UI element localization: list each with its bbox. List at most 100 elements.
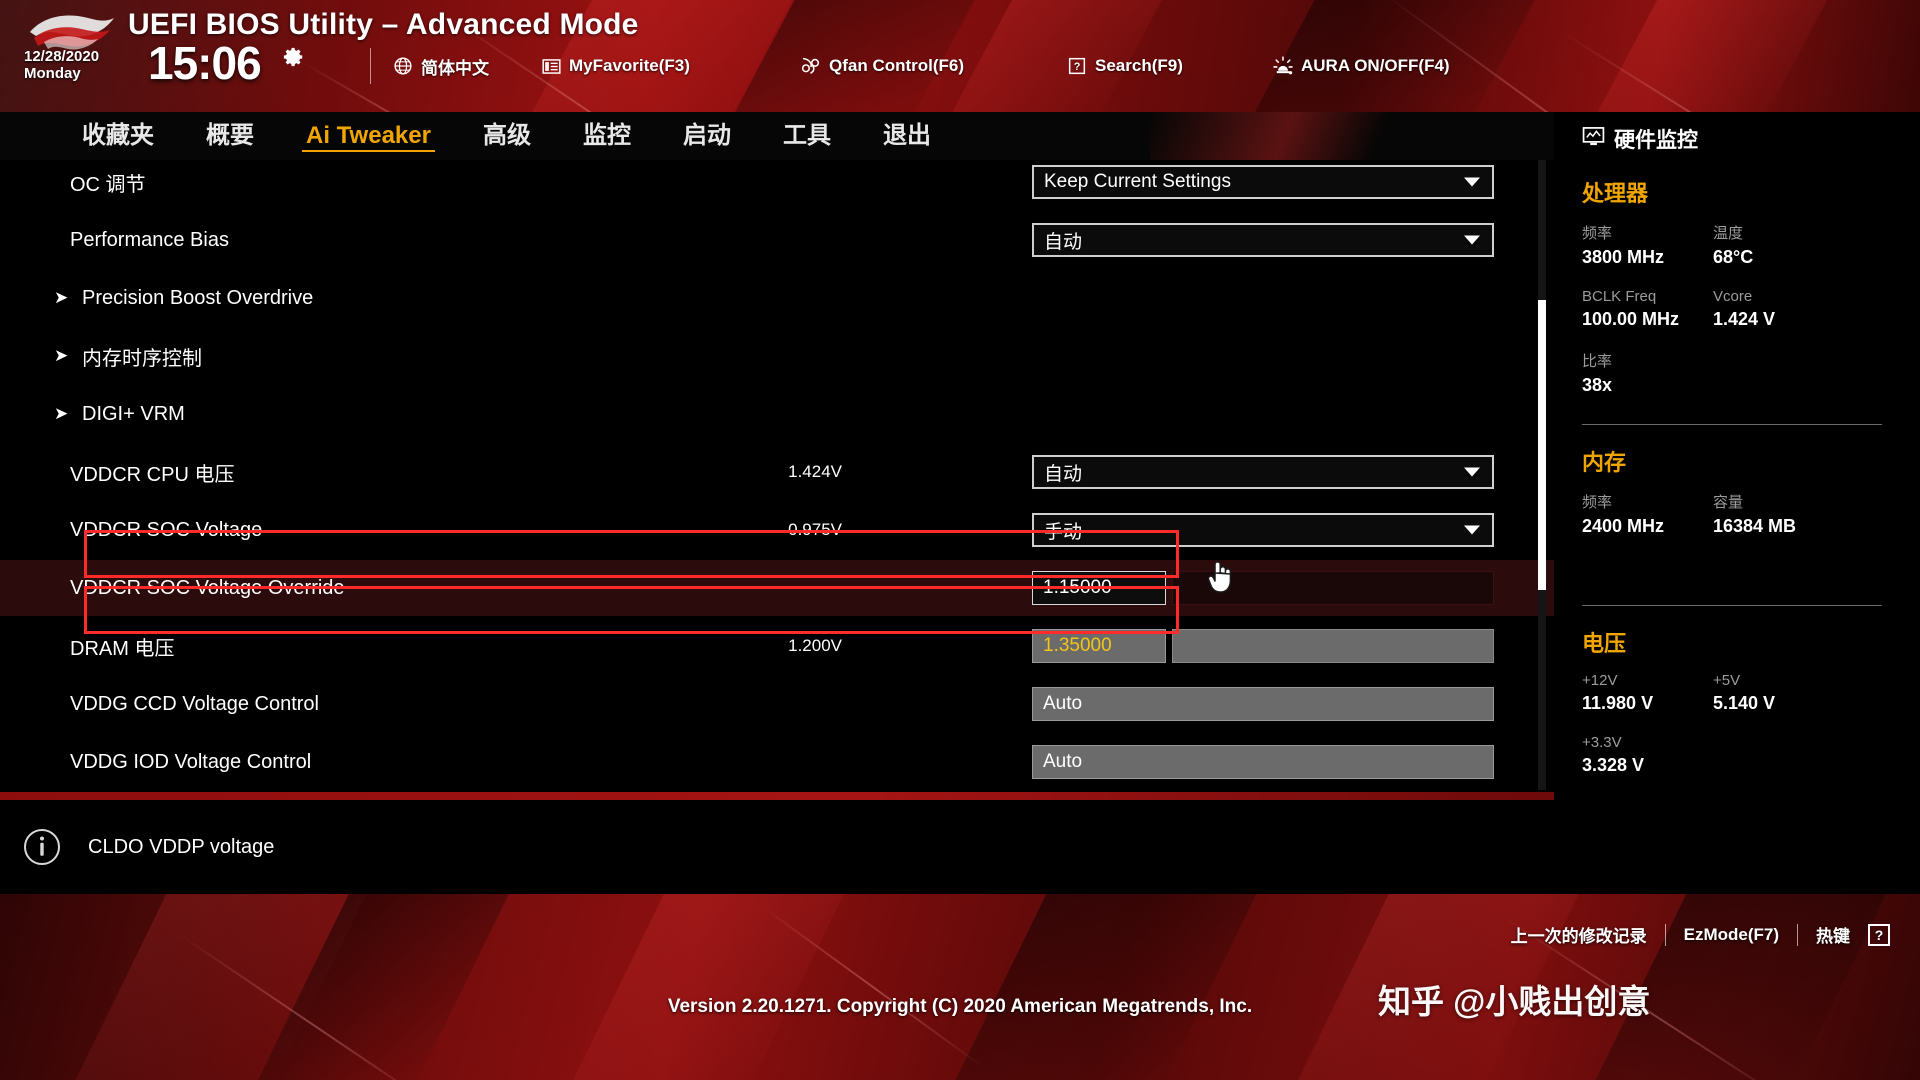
current-value: 0.975V (788, 520, 842, 539)
current-value: 1.200V (788, 636, 842, 655)
setting-row-oc-tuner[interactable]: OC 调节 Keep Current Settings (0, 154, 1554, 210)
tab-tool[interactable]: 工具 (757, 112, 857, 160)
vddg-iod-voltage-input[interactable]: Auto (1032, 745, 1494, 779)
select-value: 自动 (1044, 231, 1083, 253)
stat-5v: +5V 5.140 V (1713, 672, 1844, 714)
tab-boot[interactable]: 启动 (657, 112, 757, 160)
stat-label: 容量 (1713, 494, 1744, 511)
hardware-monitor-panel: 硬件监控 处理器 频率 3800 MHz 温度 68°C BCLK Freq 1… (1554, 112, 1920, 986)
setting-row-vddcr-soc-voltage-override[interactable]: VDDCR SOC Voltage Override 1.15000 (0, 560, 1554, 616)
stat-bclk-freq: BCLK Freq 100.00 MHz (1582, 288, 1713, 330)
sidebar-divider-2 (1582, 605, 1882, 606)
performance-bias-select[interactable]: 自动 (1032, 223, 1494, 257)
tab-exit[interactable]: 退出 (857, 112, 957, 160)
svg-text:?: ? (1074, 61, 1081, 73)
setting-row-vddcr-soc-voltage[interactable]: VDDCR SOC Voltage 0.975V 手动 (0, 502, 1554, 558)
header-bar: UEFI BIOS Utility – Advanced Mode 12/28/… (0, 0, 1920, 112)
header-item-language[interactable]: 简体中文 (392, 52, 489, 80)
gear-icon[interactable] (283, 46, 305, 68)
header-item-myfavorite[interactable]: MyFavorite(F3) (540, 52, 690, 80)
setting-row-dram-voltage[interactable]: DRAM 电压 1.200V 1.35000 (0, 618, 1554, 674)
chevron-down-icon (1464, 525, 1480, 535)
header-item-label: Qfan Control(F6) (829, 56, 965, 75)
tab-advanced[interactable]: 高级 (457, 112, 557, 160)
vddg-ccd-voltage-input[interactable]: Auto (1032, 687, 1494, 721)
stat-value: 11.980 V (1582, 693, 1654, 713)
tab-ai-tweaker[interactable]: Ai Tweaker (280, 112, 457, 160)
vddcr-soc-voltage-select[interactable]: 手动 (1032, 513, 1494, 547)
question-box-icon[interactable]: ? (1868, 923, 1890, 946)
footer-link-ezmode[interactable]: EzMode(F7) (1684, 925, 1779, 945)
setting-row-vddcr-cpu-voltage[interactable]: VDDCR CPU 电压 1.424V 自动 (0, 444, 1554, 500)
watermark: 知乎 @小贱出创意 (1378, 983, 1651, 1020)
setting-label: DIGI+ VRM (82, 402, 185, 425)
input-value: 1.35000 (1043, 635, 1112, 656)
header-item-label: MyFavorite(F3) (569, 56, 690, 75)
vddcr-cpu-voltage-select[interactable]: 自动 (1032, 455, 1494, 489)
stat-label: 频率 (1582, 225, 1613, 242)
setting-row-precision-boost-overdrive[interactable]: ➤ Precision Boost Overdrive (0, 270, 1554, 326)
sidebar-cpu-row-1: 频率 3800 MHz 温度 68°C (1582, 222, 1920, 288)
footer-link-last-modified[interactable]: 上一次的修改记录 (1511, 922, 1647, 947)
stat-vcore: Vcore 1.424 V (1713, 288, 1844, 330)
header-item-qfan-control[interactable]: Qfan Control(F6) (800, 52, 964, 80)
sidebar-memory-row-1: 频率 2400 MHz 容量 16384 MB (1582, 491, 1920, 557)
setting-row-vddg-ccd-voltage-control[interactable]: VDDG CCD Voltage Control Auto (0, 676, 1554, 732)
vddcr-soc-voltage-override-input[interactable]: 1.15000 (1032, 571, 1166, 605)
input-value: 1.15000 (1043, 577, 1112, 598)
dram-voltage-input[interactable]: 1.35000 (1032, 629, 1166, 663)
globe-icon (392, 55, 414, 77)
sidebar-voltage-row-1: +12V 11.980 V +5V 5.140 V (1582, 672, 1920, 734)
stat-3-3v: +3.3V 3.328 V (1582, 734, 1713, 776)
stat-label: Vcore (1713, 288, 1753, 305)
monitor-icon (1582, 126, 1605, 152)
setting-row-digi-vrm[interactable]: ➤ DIGI+ VRM (0, 386, 1554, 442)
select-value: 手动 (1044, 521, 1083, 543)
date-value: 12/28/2020 (24, 48, 100, 65)
header-item-search[interactable]: ? Search(F9) (1066, 52, 1183, 80)
stat-value: 3.328 V (1582, 755, 1645, 775)
header-item-label: Search(F9) (1095, 56, 1183, 75)
question-box-icon: ? (1066, 55, 1088, 77)
chevron-down-icon (1464, 177, 1480, 187)
input-value: Auto (1043, 693, 1083, 714)
stat-value: 68°C (1713, 247, 1754, 267)
tab-main[interactable]: 概要 (180, 112, 280, 160)
sidebar-divider-1 (1582, 424, 1882, 425)
chevron-down-icon (1464, 235, 1480, 245)
sidebar-section-memory-title: 内存 (1582, 450, 1627, 475)
setting-label: VDDCR SOC Voltage Override (70, 576, 345, 599)
tab-monitor[interactable]: 监控 (557, 112, 657, 160)
hardware-monitor-header: 硬件监控 (1582, 124, 1920, 154)
select-value: 自动 (1044, 463, 1083, 485)
setting-row-dram-timing-control[interactable]: ➤ 内存时序控制 (0, 328, 1554, 384)
setting-label: OC 调节 (70, 173, 146, 196)
stat-value: 16384 MB (1713, 516, 1797, 536)
stat-label: BCLK Freq (1582, 288, 1657, 305)
stat-label: 温度 (1713, 225, 1744, 242)
chevron-right-icon: ➤ (54, 288, 69, 307)
stat-12v: +12V 11.980 V (1582, 672, 1713, 714)
footer-divider-2 (1797, 923, 1798, 946)
fan-icon (800, 55, 822, 77)
stat-value: 1.424 V (1713, 309, 1776, 329)
chevron-right-icon: ➤ (54, 404, 69, 423)
tab-favorites[interactable]: 收藏夹 (56, 112, 180, 160)
setting-label: 内存时序控制 (82, 347, 202, 370)
setting-row-vddg-iod-voltage-control[interactable]: VDDG IOD Voltage Control Auto (0, 734, 1554, 790)
current-value: 1.424V (788, 462, 842, 481)
stat-label: 频率 (1582, 494, 1613, 511)
setting-label: VDDCR SOC Voltage (70, 518, 263, 541)
clock-display: 15:06 (148, 37, 262, 89)
oc-tuner-select[interactable]: Keep Current Settings (1032, 165, 1494, 199)
weekday-value: Monday (24, 65, 81, 83)
sidebar-cpu-row-2: BCLK Freq 100.00 MHz Vcore 1.424 V (1582, 288, 1920, 350)
stat-label: 比率 (1582, 353, 1613, 370)
footer-link-hotkeys[interactable]: 热键 (1816, 922, 1850, 947)
setting-row-performance-bias[interactable]: Performance Bias 自动 (0, 212, 1554, 268)
stat-cpu-temperature: 温度 68°C (1713, 222, 1844, 268)
scrollbar-thumb[interactable] (1538, 300, 1546, 590)
setting-label: Precision Boost Overdrive (82, 286, 314, 309)
select-value: Keep Current Settings (1044, 171, 1231, 192)
header-item-aura[interactable]: AURA ON/OFF(F4) (1272, 52, 1450, 80)
